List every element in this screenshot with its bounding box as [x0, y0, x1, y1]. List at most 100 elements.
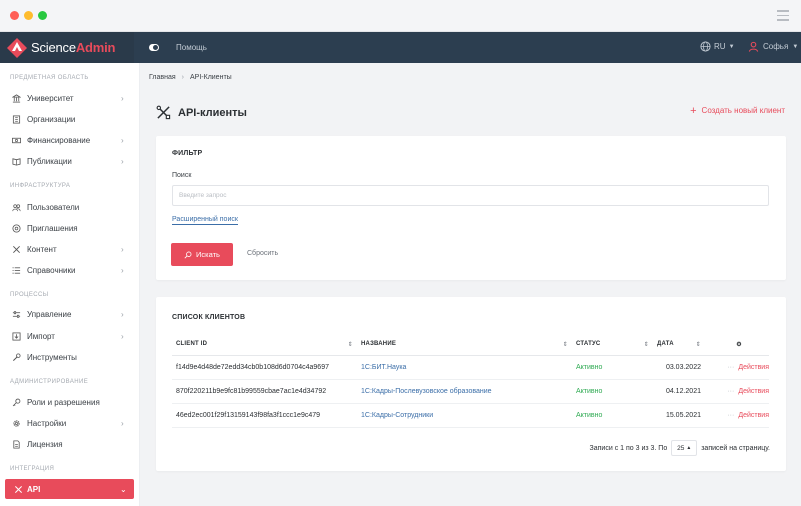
sidebar-section-title: ИНТЕГРАЦИЯ	[10, 466, 55, 472]
sidebar-item-users[interactable]: Пользователи	[0, 198, 140, 216]
search-input[interactable]	[172, 185, 769, 206]
help-link[interactable]: Помощь	[176, 43, 207, 52]
sidebar-item-label: Контент	[27, 244, 57, 254]
column-settings[interactable]: ⚙	[709, 335, 769, 356]
sidebar-item-organizations[interactable]: Организации	[0, 110, 140, 128]
user-menu[interactable]: Софья ▼	[748, 41, 798, 52]
breadcrumb-home[interactable]: Главная	[149, 74, 176, 81]
per-page-select[interactable]: 25 ▲	[671, 440, 698, 456]
list-icon	[11, 265, 21, 275]
sidebar-item-label: API	[27, 484, 41, 494]
sidebar-item-university[interactable]: Университет ›	[0, 89, 140, 107]
sidebar-item-label: Лицензия	[27, 439, 63, 449]
minimize-window-button[interactable]	[24, 11, 33, 20]
sidebar-item-label: Финансирование	[27, 135, 91, 145]
sidebar-item-invitations[interactable]: Приглашения	[0, 219, 140, 237]
reset-button[interactable]: Сбросить	[247, 250, 278, 257]
sidebar-item-label: Импорт	[27, 331, 55, 341]
breadcrumb-current: API-Клиенты	[190, 74, 232, 81]
close-window-button[interactable]	[10, 11, 19, 20]
chevron-right-icon: ›	[121, 135, 124, 145]
filter-card: ФИЛЬТР Поиск Расширенный поиск Искать Сб…	[156, 136, 786, 280]
bank-icon	[11, 93, 21, 103]
sidebar-item-management[interactable]: Управление ›	[0, 305, 140, 323]
sort-icon[interactable]: ⇕	[348, 341, 353, 348]
client-name-link[interactable]: 1С:БИТ.Наука	[361, 355, 576, 380]
tools-icon	[11, 244, 21, 254]
sidebar-item-instruments[interactable]: Инструменты	[0, 348, 140, 366]
app-logo[interactable]: ScienceAdmin	[0, 32, 134, 63]
table-row[interactable]: 870f220211b9e9fc81b99559cbae7ac1e4d34792…	[172, 379, 769, 404]
sidebar-item-settings[interactable]: Настройки ›	[0, 414, 140, 432]
actions-menu[interactable]: ··· Действия	[709, 379, 769, 404]
column-date[interactable]: ДАТА ⇕	[657, 335, 709, 356]
advanced-search-link[interactable]: Расширенный поиск	[172, 216, 238, 225]
api-tools-icon	[156, 105, 171, 120]
search-button[interactable]: Искать	[171, 243, 233, 266]
client-name-link[interactable]: 1С:Кадры-Послевузовское образование	[361, 379, 576, 404]
sidebar-item-label: Приглашения	[27, 223, 78, 233]
hamburger-menu-icon[interactable]	[777, 10, 789, 21]
chevron-right-icon: ›	[121, 265, 124, 275]
sidebar-item-label: Публикации	[27, 156, 72, 166]
chevron-right-icon: ›	[121, 93, 124, 103]
language-selector[interactable]: RU ▼	[700, 41, 735, 52]
main-content: Главная › API-Клиенты API-клиенты + Созд…	[140, 63, 801, 506]
sidebar-item-content[interactable]: Контент ›	[0, 240, 140, 258]
search-icon	[184, 251, 192, 258]
sidebar-item-label: Организации	[27, 114, 76, 124]
wrench-icon	[11, 352, 21, 362]
sidebar-item-label: Настройки	[27, 418, 67, 428]
sidebar-item-label: Университет	[27, 93, 74, 103]
search-button-label: Искать	[196, 250, 220, 259]
chevron-right-icon: ›	[121, 244, 124, 254]
search-label: Поиск	[172, 172, 192, 179]
window-titlebar	[0, 0, 801, 32]
column-name[interactable]: НАЗВАНИЕ ⇕	[361, 335, 576, 356]
sidebar-item-directories[interactable]: Справочники ›	[0, 261, 140, 279]
sidebar-item-publications[interactable]: Публикации ›	[0, 152, 140, 170]
sort-icon[interactable]: ⇕	[696, 341, 701, 348]
sort-icon[interactable]: ⇕	[563, 341, 568, 348]
chevron-right-icon: ›	[181, 74, 184, 81]
actions-menu[interactable]: ··· Действия	[709, 403, 769, 428]
chevron-right-icon: ›	[121, 418, 124, 428]
table-row[interactable]: f14d9e4d48de72edd34cb0b108d6d0704c4a9697…	[172, 355, 769, 380]
chevron-down-icon: ▼	[792, 43, 799, 50]
sidebar-item-label: Пользователи	[27, 202, 80, 212]
per-page-suffix: записей на страницу.	[701, 444, 770, 452]
chevron-down-icon: ⌄	[120, 484, 127, 494]
sidebar-item-label: Роли и разрешения	[27, 397, 100, 407]
table-row[interactable]: 46ed2ec001f29f13159143f98fa3f1ccc1e9c479…	[172, 403, 769, 428]
sidebar-item-funding[interactable]: Финансирование ›	[0, 131, 140, 149]
sidebar-item-label: Управление	[27, 309, 72, 319]
client-id-cell: 870f220211b9e9fc81b99559cbae7ac1e4d34792	[172, 379, 361, 404]
sidebar-item-api[interactable]: API ⌄	[5, 479, 134, 499]
client-id-cell: f14d9e4d48de72edd34cb0b108d6d0704c4a9697	[172, 355, 361, 380]
plus-icon: +	[690, 104, 697, 117]
sidebar-item-license[interactable]: Лицензия	[0, 435, 140, 453]
gear-icon[interactable]: ⚙	[736, 342, 742, 348]
column-status[interactable]: СТАТУС ⇕	[576, 335, 657, 356]
create-client-button[interactable]: + Создать новый клиент	[690, 104, 785, 117]
client-name-link[interactable]: 1С:Кадры-Сотрудники	[361, 403, 576, 428]
sidebar-item-label: Справочники	[27, 265, 76, 275]
actions-menu[interactable]: ··· Действия	[709, 355, 769, 380]
column-client-id[interactable]: CLIENT ID ⇕	[172, 335, 361, 356]
more-dots-icon: ···	[727, 363, 735, 371]
clients-title: СПИСОК КЛИЕНТОВ	[172, 314, 246, 321]
page-header: API-клиенты	[156, 105, 247, 120]
sidebar-section-title: ПРЕДМЕТНАЯ ОБЛАСТЬ	[10, 75, 89, 81]
theme-toggle[interactable]	[149, 44, 159, 51]
status-badge: Активно	[576, 379, 657, 404]
breadcrumb: Главная › API-Клиенты	[149, 74, 232, 81]
user-name: Софья	[763, 42, 789, 51]
sidebar-item-roles[interactable]: Роли и разрешения	[0, 393, 140, 411]
sidebar: ПРЕДМЕТНАЯ ОБЛАСТЬ Университет › Организ…	[0, 63, 140, 506]
maximize-window-button[interactable]	[38, 11, 47, 20]
gear-icon	[11, 418, 21, 428]
sort-icon[interactable]: ⇕	[644, 341, 649, 348]
clients-table: CLIENT ID ⇕ НАЗВАНИЕ ⇕ СТАТУС ⇕ ДАТА ⇕ ⚙ f14…	[172, 335, 769, 428]
sidebar-item-import[interactable]: Импорт ›	[0, 327, 140, 345]
import-icon	[11, 331, 21, 341]
